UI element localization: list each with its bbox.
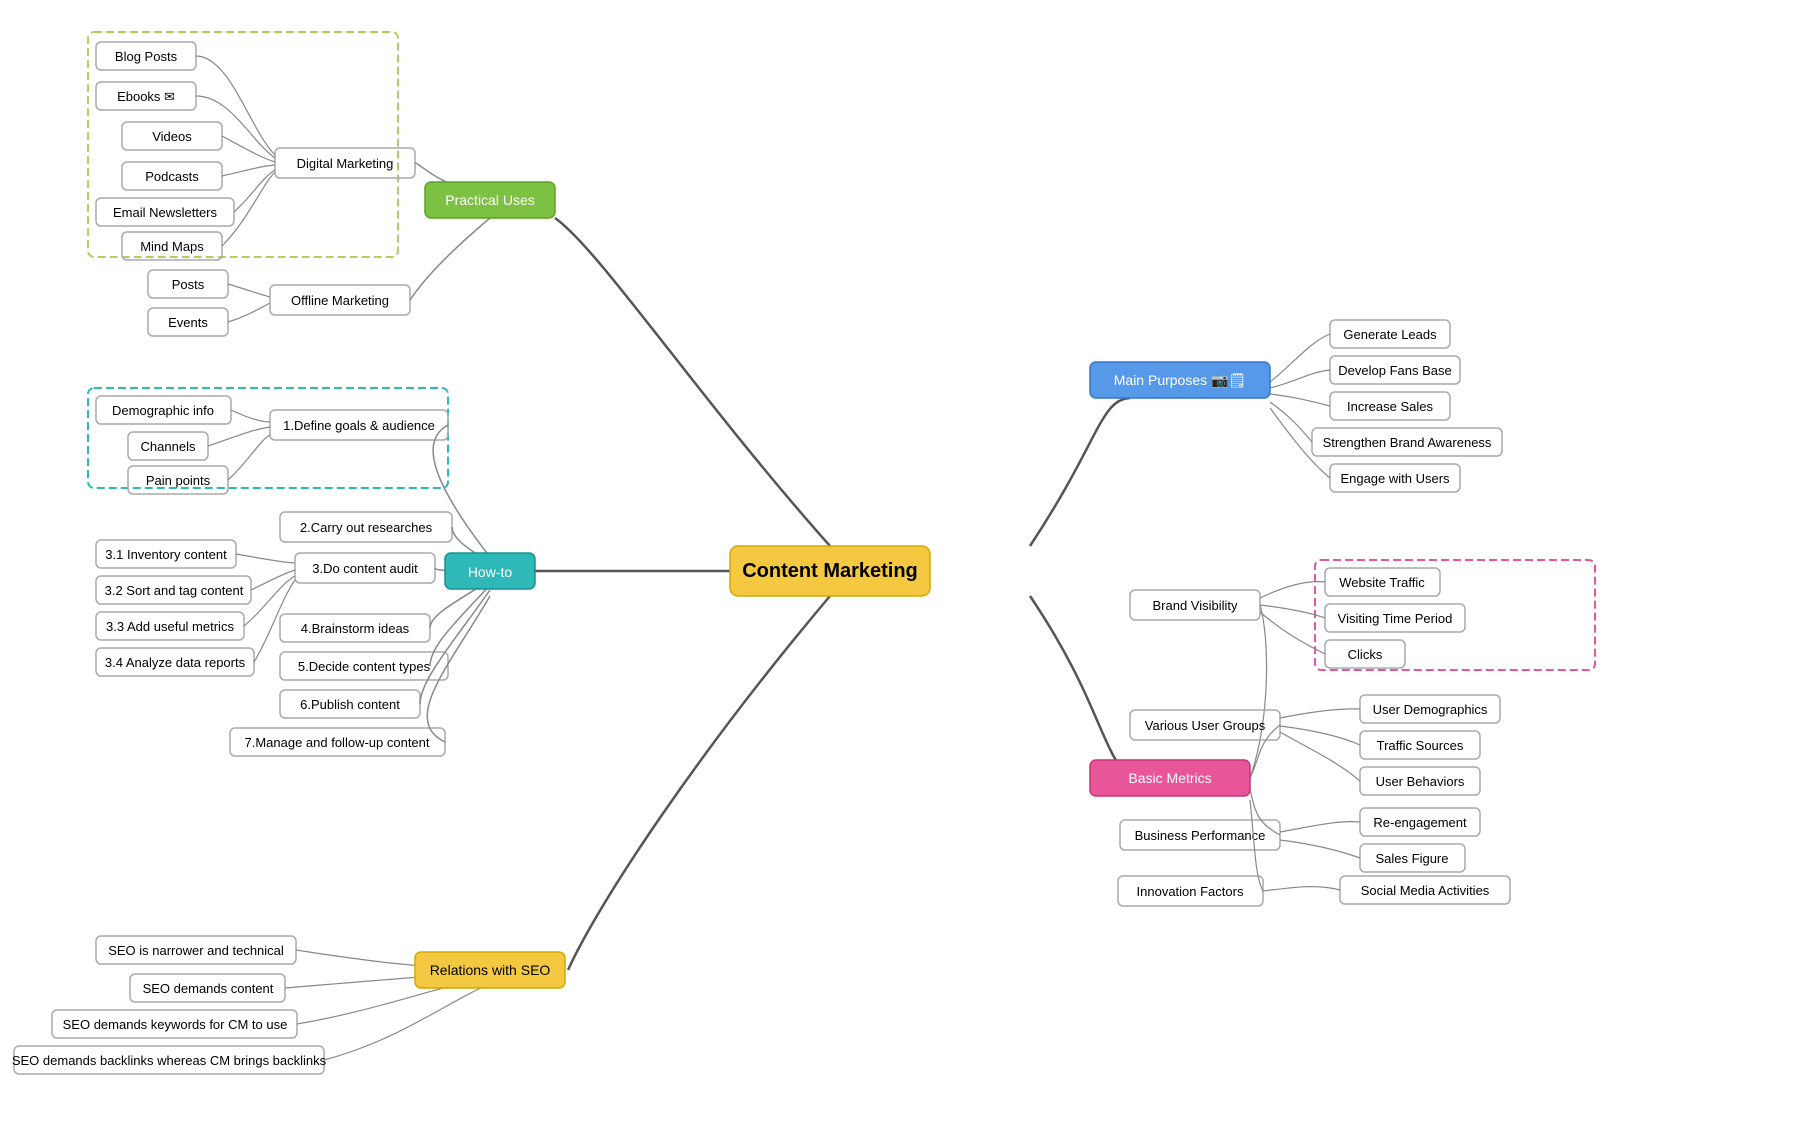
analyze-data-reports-label: 3.4 Analyze data reports xyxy=(105,655,246,670)
channels-label: Channels xyxy=(141,439,196,454)
seo-backlinks-label: SEO demands backlinks whereas CM brings … xyxy=(12,1053,327,1068)
mindmap-canvas: .lbl { font-family: Arial, sans-serif; f… xyxy=(0,0,1807,1142)
innovation-factors-label: Innovation Factors xyxy=(1137,884,1244,899)
do-content-audit-label: 3.Do content audit xyxy=(312,561,418,576)
seo-narrower-label: SEO is narrower and technical xyxy=(108,943,284,958)
demographic-info-label: Demographic info xyxy=(112,403,214,418)
decide-content-types-label: 5.Decide content types xyxy=(298,659,431,674)
inventory-content-label: 3.1 Inventory content xyxy=(105,547,227,562)
ebooks-label: Ebooks ✉ xyxy=(117,89,175,104)
seo-demands-content-label: SEO demands content xyxy=(143,981,274,996)
strengthen-brand-label: Strengthen Brand Awareness xyxy=(1323,435,1492,450)
publish-content-label: 6.Publish content xyxy=(300,697,400,712)
engage-users-label: Engage with Users xyxy=(1340,471,1450,486)
brainstorm-ideas-label: 4.Brainstorm ideas xyxy=(301,621,410,636)
manage-followup-label: 7.Manage and follow-up content xyxy=(244,735,429,750)
website-traffic-label: Website Traffic xyxy=(1339,575,1425,590)
sort-tag-content-label: 3.2 Sort and tag content xyxy=(105,583,244,598)
social-media-label: Social Media Activities xyxy=(1361,883,1490,898)
events-label: Events xyxy=(168,315,208,330)
visiting-time-label: Visiting Time Period xyxy=(1338,611,1453,626)
center-label: Content Marketing xyxy=(742,560,918,582)
pain-points-label: Pain points xyxy=(146,473,211,488)
offline-marketing-label: Offline Marketing xyxy=(291,293,389,308)
relations-seo-label: Relations with SEO xyxy=(430,962,551,978)
blog-posts-label: Blog Posts xyxy=(115,49,178,64)
basic-metrics-label: Basic Metrics xyxy=(1128,770,1211,786)
re-engagement-label: Re-engagement xyxy=(1373,815,1467,830)
traffic-sources-label: Traffic Sources xyxy=(1377,738,1464,753)
business-performance-label: Business Performance xyxy=(1135,828,1266,843)
develop-fans-label: Develop Fans Base xyxy=(1338,363,1451,378)
sales-figure-label: Sales Figure xyxy=(1376,851,1449,866)
add-useful-metrics-label: 3.3 Add useful metrics xyxy=(106,619,234,634)
digital-marketing-label: Digital Marketing xyxy=(297,156,394,171)
seo-keywords-label: SEO demands keywords for CM to use xyxy=(63,1017,288,1032)
user-demographics-label: User Demographics xyxy=(1373,702,1488,717)
mind-maps-label: Mind Maps xyxy=(140,239,204,254)
posts-label: Posts xyxy=(172,277,205,292)
user-groups-label: Various User Groups xyxy=(1145,718,1266,733)
main-purposes-label: Main Purposes 📷🗒 xyxy=(1114,372,1246,389)
user-behaviors-label: User Behaviors xyxy=(1376,774,1465,789)
increase-sales-label: Increase Sales xyxy=(1347,399,1433,414)
generate-leads-label: Generate Leads xyxy=(1343,327,1437,342)
practical-uses-label: Practical Uses xyxy=(445,192,534,208)
podcasts-label: Podcasts xyxy=(145,169,199,184)
carry-out-researches-label: 2.Carry out researches xyxy=(300,520,433,535)
clicks-label: Clicks xyxy=(1348,647,1383,662)
define-goals-label: 1.Define goals & audience xyxy=(283,418,435,433)
email-newsletters-label: Email Newsletters xyxy=(113,205,218,220)
how-to-label: How-to xyxy=(468,564,513,580)
brand-visibility-label: Brand Visibility xyxy=(1152,598,1238,613)
videos-label: Videos xyxy=(152,129,192,144)
